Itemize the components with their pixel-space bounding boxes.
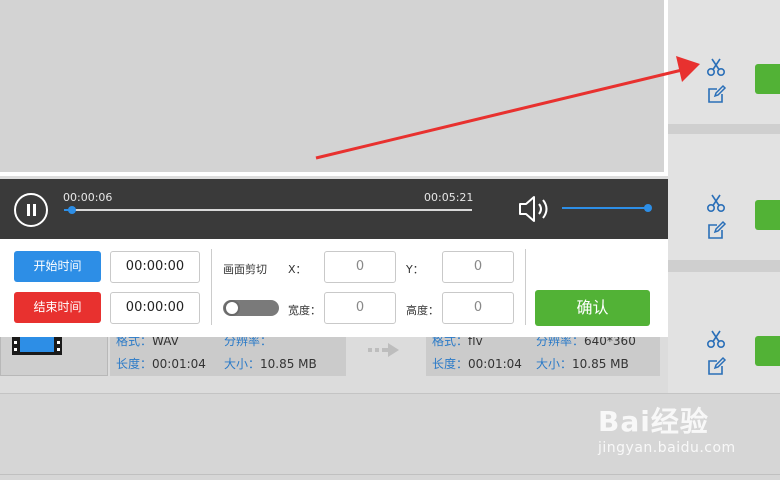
speaker-icon[interactable] — [517, 194, 553, 224]
confirm-button[interactable]: 确认 — [535, 290, 650, 326]
edit-icon[interactable] — [707, 220, 727, 240]
arrow-right-icon — [368, 343, 399, 357]
seek-handle[interactable] — [68, 206, 76, 214]
target-length: 长度：00:01:04 — [432, 357, 522, 371]
source-size: 大小：10.85 MB — [224, 357, 317, 371]
height-label: 高度： — [406, 304, 439, 317]
width-field[interactable]: 0 — [324, 292, 396, 324]
start-time-field[interactable]: 00:00:00 — [110, 251, 200, 283]
y-field[interactable]: 0 — [442, 251, 514, 283]
crop-toggle-knob[interactable] — [224, 300, 240, 316]
x-label: X： — [288, 263, 307, 276]
volume-handle[interactable] — [644, 204, 652, 212]
source-length: 长度：00:01:04 — [116, 357, 206, 371]
volume-slider[interactable] — [562, 207, 648, 209]
scissors-icon[interactable] — [706, 193, 726, 213]
total-time: 00:05:21 — [424, 191, 474, 204]
width-label: 宽度： — [288, 304, 321, 317]
seek-bar[interactable] — [64, 209, 472, 211]
end-time-field[interactable]: 00:00:00 — [110, 292, 200, 324]
target-size: 大小：10.85 MB — [536, 357, 629, 371]
convert-button[interactable] — [755, 200, 780, 230]
watermark-logo: Bai经验 — [598, 405, 709, 438]
edit-icon[interactable] — [707, 84, 727, 104]
scissors-icon[interactable] — [706, 329, 726, 349]
edit-icon[interactable] — [707, 356, 727, 376]
x-field[interactable]: 0 — [324, 251, 396, 283]
divider — [211, 249, 212, 325]
watermark-url: jingyan.baidu.com — [598, 440, 736, 456]
end-time-button[interactable]: 结束时间 — [14, 292, 101, 323]
convert-button[interactable] — [755, 336, 780, 366]
crop-label: 画面剪切 — [223, 263, 267, 276]
divider — [525, 249, 526, 325]
y-label: Y： — [406, 263, 424, 276]
watermark: Bai经验 jingyan.baidu.com — [598, 396, 748, 466]
video-preview[interactable] — [0, 0, 668, 176]
start-time-button[interactable]: 开始时间 — [14, 251, 101, 282]
scissors-icon[interactable] — [706, 57, 726, 77]
convert-button[interactable] — [755, 64, 780, 94]
bottom-divider — [0, 474, 780, 475]
current-time: 00:00:06 — [63, 191, 113, 204]
pause-icon[interactable] — [14, 193, 48, 227]
height-field[interactable]: 0 — [442, 292, 514, 324]
